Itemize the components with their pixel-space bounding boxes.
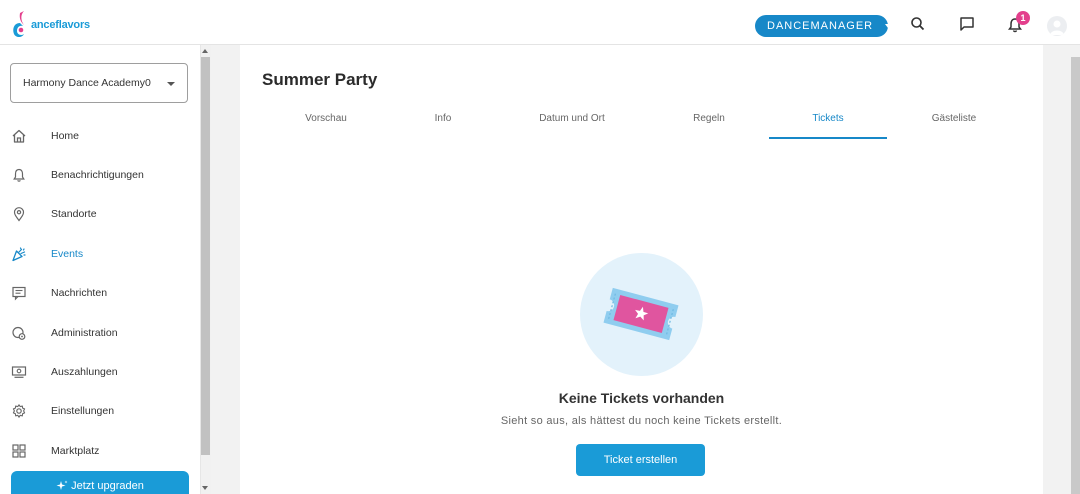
tab-tickets[interactable]: Tickets	[769, 113, 887, 139]
logo-text: anceflavors	[31, 19, 90, 31]
logo[interactable]: anceflavors	[10, 9, 90, 39]
empty-state-subtitle: Sieht so aus, als hättest du noch keine …	[500, 415, 783, 427]
logo-icon	[13, 11, 24, 37]
tab-vorschau[interactable]: Vorschau	[267, 113, 385, 139]
sidebar-item-einstellungen[interactable]: Einstellungen	[0, 392, 200, 430]
empty-state-illustration	[580, 253, 703, 376]
create-ticket-button[interactable]: Ticket erstellen	[576, 444, 705, 476]
home-icon	[12, 129, 26, 143]
search-icon[interactable]	[909, 15, 927, 33]
caret-down-icon	[167, 82, 175, 86]
sidebar-item-label: Benachrichtigungen	[51, 169, 144, 181]
upgrade-label: Jetzt upgraden	[71, 480, 144, 492]
sidebar-item-administration[interactable]: Administration	[0, 314, 200, 352]
sidebar-item-label: Auszahlungen	[51, 366, 118, 378]
page-title: Summer Party	[262, 70, 378, 89]
top-bar: anceflavors DANCEMANAGER 1	[0, 0, 1080, 45]
party-popper-icon	[12, 247, 26, 262]
grid-icon	[12, 444, 26, 458]
sidebar-item-standorte[interactable]: Standorte	[0, 195, 200, 233]
tab-info[interactable]: Info	[384, 113, 502, 139]
location-pin-icon	[13, 207, 25, 222]
scroll-down-arrow-icon[interactable]	[202, 486, 208, 490]
bell-icon	[13, 168, 25, 182]
sidebar-item-label: Events	[51, 248, 84, 260]
school-select[interactable]: Harmony Dance Academy0	[10, 63, 188, 103]
sidebar-item-label: Nachrichten	[51, 287, 108, 299]
admin-icon	[12, 326, 26, 340]
school-select-value: Harmony Dance Academy0	[23, 77, 151, 89]
sidebar-item-label: Standorte	[51, 208, 97, 220]
event-card: Summer Party Vorschau Info Datum und Ort…	[240, 45, 1043, 494]
upgrade-button[interactable]: Jetzt upgraden	[11, 471, 189, 494]
sidebar-item-label: Home	[51, 130, 80, 142]
notification-badge: 1	[1016, 11, 1030, 25]
sidebar-item-label: Einstellungen	[51, 405, 115, 417]
ticket-icon	[603, 287, 679, 341]
sidebar-item-label: Marktplatz	[51, 445, 100, 457]
gear-icon	[12, 404, 26, 418]
role-dropdown-button[interactable]: DANCEMANAGER	[755, 15, 892, 37]
sidebar-item-home[interactable]: Home	[0, 117, 200, 155]
sidebar-item-benachrichtigungen[interactable]: Benachrichtigungen	[0, 156, 200, 194]
sidebar-item-nachrichten[interactable]: Nachrichten	[0, 274, 200, 312]
sidebar-item-events[interactable]: Events	[0, 235, 200, 273]
sidebar: Harmony Dance Academy0 Home Benachrichti…	[0, 45, 200, 494]
sidebar-item-auszahlungen[interactable]: Auszahlungen	[0, 353, 200, 391]
sidebar-item-marktplatz[interactable]: Marktplatz	[0, 432, 200, 470]
tab-datum-und-ort[interactable]: Datum und Ort	[513, 113, 631, 139]
tab-regeln[interactable]: Regeln	[650, 113, 768, 139]
caret-down-icon	[885, 24, 892, 28]
tab-gaesteliste[interactable]: Gästeliste	[895, 113, 1013, 139]
scroll-up-arrow-icon[interactable]	[202, 49, 208, 53]
sparkle-icon	[56, 480, 68, 490]
empty-state-title: Keine Tickets vorhanden	[558, 390, 725, 406]
user-avatar[interactable]	[1047, 16, 1067, 36]
message-icon	[12, 286, 26, 301]
role-label: DANCEMANAGER	[767, 20, 874, 32]
payout-icon	[11, 366, 27, 378]
sidebar-item-label: Administration	[51, 327, 118, 339]
main-scrollbar-thumb[interactable]	[1071, 57, 1080, 494]
user-icon	[1050, 20, 1064, 35]
chat-icon[interactable]	[958, 15, 976, 33]
sidebar-scrollbar-thumb[interactable]	[201, 57, 210, 455]
